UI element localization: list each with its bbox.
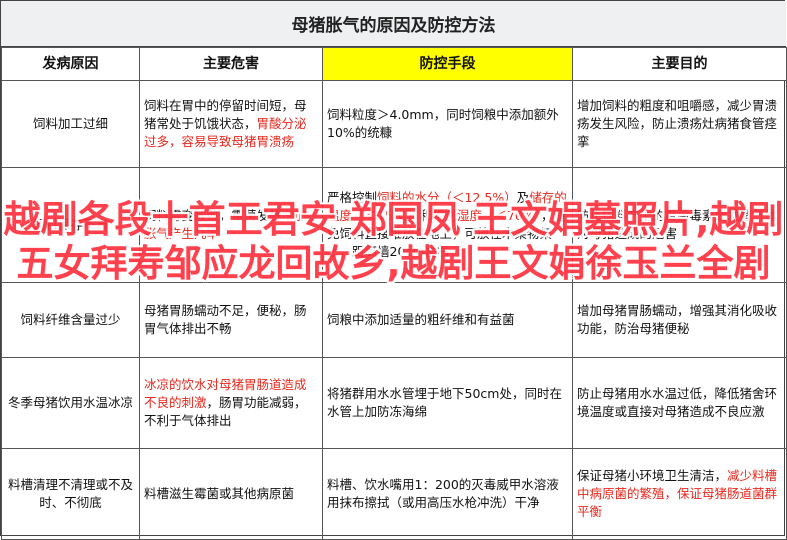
cell-text: 料槽、饮水嘴用1：200的灭毒威甲水溶液用抹布擦拭（或用高压水枪冲洗）干净: [327, 477, 559, 510]
cell-text: 防止母猪用水水温过低，降低猪舍环境温度或直接对母猪造成不良应激: [577, 386, 778, 419]
page-title: 母猪胀气的原因及防控方法: [1, 1, 786, 47]
control-cell: 饲料粒度＞4.0mm，同时饲粮中添加额外10%的统糠: [322, 80, 573, 168]
table-row: 冬季母猪饮用水温冰凉 冰凉的饮水对母猪胃肠道造成不良的刺激，肠胃功能减弱，不利于气…: [1, 357, 787, 449]
table-row: 料槽清理不清理或不及时、不彻底 料槽滋生霉菌或其他病原菌 料槽、饮水嘴用1：200的…: [1, 448, 787, 540]
control-cell: 料槽、饮水嘴用1：200的灭毒威甲水溶液用抹布擦拭（或用高压水枪冲洗）干净: [322, 448, 573, 540]
cell-text: 饲粮中添加适量的粗纤维和有益菌: [327, 312, 515, 327]
cell-text: 饲料粒度＞4.0mm，同时饲粮中添加额外10%的统糠: [327, 107, 559, 140]
highlight-text: 相对湿度（＜70%）: [431, 208, 542, 223]
table-header-row: 发病原因 主要危害 防控手段 主要目的: [1, 47, 787, 81]
control-cell: 饲粮中添加适量的粗纤维和有益菌: [322, 282, 573, 358]
document-sheet: 母猪胀气的原因及防控方法 发病原因 主要危害 防控手段 主要目的 饲料加工过细饲…: [0, 0, 787, 540]
highlight-text: 饲料的水分（＜12.5%）: [377, 190, 517, 205]
cell-text: 和: [419, 208, 432, 223]
purpose-cell: 增加母猪胃肠蠕动，增强其消化吸收功能，防治母猪便秘: [572, 282, 787, 358]
cell-text: 增加饲料的粗度和咀嚼感，减少胃溃疡发生风险，防止溃疡灶病猪食管痉挛: [577, 98, 778, 149]
purpose-cell: 防止饲料产生的霉菌毒素或发酵气体对母猪造成的危害: [572, 167, 787, 283]
table-row: 饲料保存不当 饲料霉变酸败，霉菌发酵增加胀气产生几率 严格控制饲料的水分（＜12.5…: [1, 167, 787, 283]
purpose-cell: 保证母猪小环境卫生清洁，减少料槽中病原菌的繁殖，保证母猪肠道菌群平衡: [572, 448, 787, 540]
cell-text: 防止饲料产生的霉菌毒素或发酵气体对母猪造成的危害: [577, 208, 778, 241]
header-cause: 发病原因: [1, 47, 140, 81]
header-harm: 主要危害: [139, 47, 323, 81]
header-purpose: 主要目的: [572, 47, 787, 81]
purpose-cell: 防止母猪用水水温过低，降低猪舍环境温度或直接对母猪造成不良应激: [572, 357, 787, 449]
cell-text: 保证母猪小环境卫生清洁，: [577, 468, 728, 483]
cell-text: 严格控制: [327, 190, 378, 205]
cell-text: 增加母猪胃肠蠕动，增强其消化吸收功能，防治母猪便秘: [577, 303, 778, 336]
table-row: 饲料加工过细 饲料在胃中的停留时间短，母猪常处于饥饿状态，胃酸分泌过多，容易导致母…: [1, 80, 787, 168]
cause-cell: 冬季母猪饮用水温冰凉: [1, 357, 140, 449]
table-row: 饲料纤维含量过少 母猪胃肠蠕动不足，便秘，肠胃气体排出不畅 饲粮中添加适量的粗纤维和…: [1, 282, 787, 358]
cause-cell: 料槽清理不清理或不及时、不彻底: [1, 448, 140, 540]
control-cell: 将猪群用水水管埋于地下50cm处，同时在水管上加防冻海绵: [322, 357, 573, 449]
cell-text: 母猪胃肠蠕动不足，便秘，肠胃气体排出不畅: [144, 303, 307, 336]
control-cell: 严格控制饲料的水分（＜12.5%）及储存的温度（＜15℃）和相对湿度（＜70%）…: [322, 167, 573, 283]
cause-cell: 饲料加工过细: [1, 80, 140, 168]
cell-text: 将猪群用水水管埋于地下50cm处，同时在水管上加防冻海绵: [327, 386, 562, 419]
cell-text: 饲料霉变酸败，霉菌发酵: [144, 208, 282, 223]
header-control: 防控手段: [322, 47, 573, 81]
prevention-table: 发病原因 主要危害 防控手段 主要目的 饲料加工过细 饲料在胃中的停留时间短，母猪…: [1, 47, 787, 540]
purpose-cell: 增加饲料的粗度和咀嚼感，减少胃溃疡发生风险，防止溃疡灶病猪食管痉挛: [572, 80, 787, 168]
harm-cell: 冰凉的饮水对母猪胃肠道造成不良的刺激，肠胃功能减弱，不利于气体排出: [139, 357, 323, 449]
table-body: 饲料加工过细 饲料在胃中的停留时间短，母猪常处于饥饿状态，胃酸分泌过多，容易导致母…: [1, 80, 787, 540]
harm-cell: 母猪胃肠蠕动不足，便秘，肠胃气体排出不畅: [139, 282, 323, 358]
cell-text: 及: [516, 190, 530, 205]
harm-cell: 料槽滋生霉菌或其他病原菌: [139, 448, 323, 540]
harm-cell: 饲料在胃中的停留时间短，母猪常处于饥饿状态，胃酸分泌过多，容易导致母猪胃溃疡: [139, 80, 323, 168]
cell-text: 料槽滋生霉菌或其他病原菌: [144, 486, 295, 501]
cause-cell: 饲料保存不当: [1, 167, 140, 283]
harm-cell: 饲料霉变酸败，霉菌发酵增加胀气产生几率: [139, 167, 323, 283]
cause-cell: 饲料纤维含量过少: [1, 282, 140, 358]
